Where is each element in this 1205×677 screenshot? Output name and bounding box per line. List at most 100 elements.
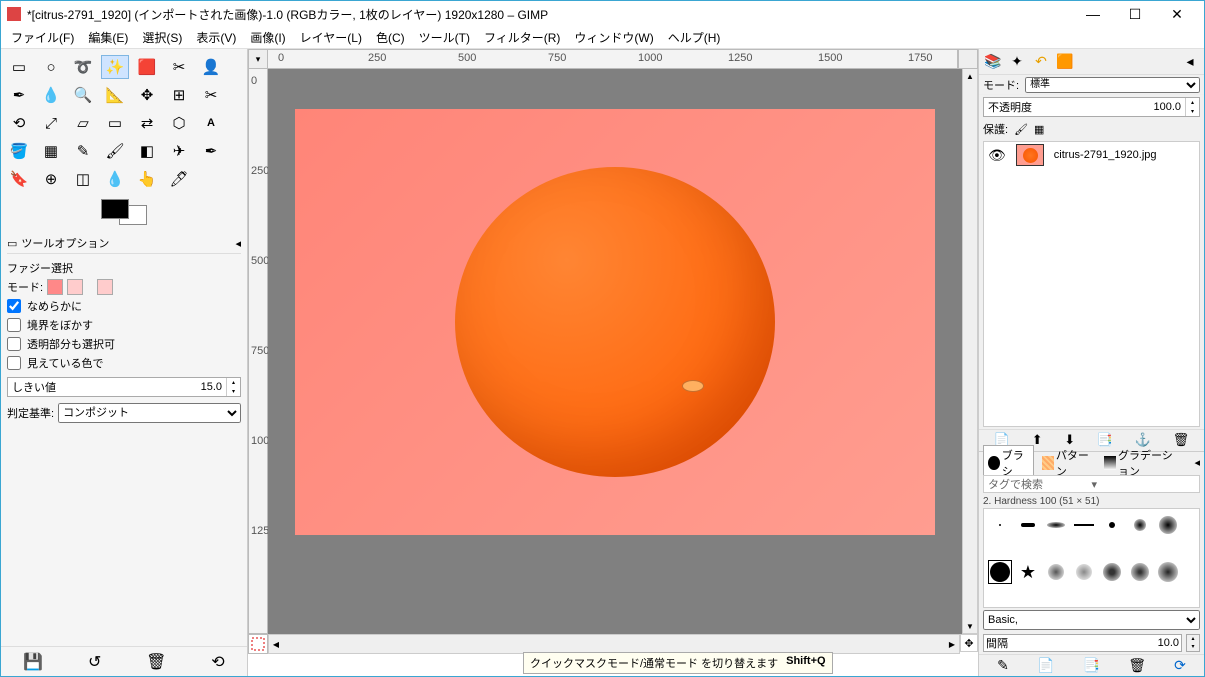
- scrollbar-horizontal[interactable]: ◀ ▶: [268, 634, 960, 654]
- tool-scissors[interactable]: ✂: [165, 55, 193, 79]
- minimize-button[interactable]: —: [1072, 2, 1114, 26]
- tool-fuzzy-select[interactable]: ✨: [101, 55, 129, 79]
- tool-foreground-select[interactable]: 👤: [197, 55, 225, 79]
- layers-list[interactable]: 👁 citrus-2791_1920.jpg: [983, 141, 1200, 427]
- color-swatch[interactable]: [5, 199, 243, 225]
- foreground-color[interactable]: [101, 199, 129, 219]
- tool-eraser[interactable]: ◧: [133, 139, 161, 163]
- brush-item[interactable]: [1156, 560, 1180, 584]
- brush-item[interactable]: ★: [1016, 560, 1040, 584]
- check-visible-color[interactable]: [7, 356, 21, 370]
- tool-heal[interactable]: ⊕: [37, 167, 65, 191]
- mode-replace[interactable]: [47, 279, 63, 295]
- check-smooth[interactable]: [7, 299, 21, 313]
- scroll-up-icon[interactable]: ▲: [963, 69, 977, 83]
- ruler-corner[interactable]: ▾: [248, 49, 268, 69]
- menu-filter[interactable]: フィルター(R): [478, 27, 566, 48]
- brush-item[interactable]: [1100, 560, 1124, 584]
- menu-layer[interactable]: レイヤー(L): [294, 27, 368, 48]
- tool-paths[interactable]: ✒: [5, 83, 33, 107]
- undo-history-icon[interactable]: ↶: [1031, 52, 1051, 72]
- brush-item[interactable]: [1044, 513, 1068, 537]
- refresh-brush-icon[interactable]: ⟳: [1174, 657, 1186, 674]
- brush-item[interactable]: [988, 513, 1012, 537]
- restore-options-icon[interactable]: ↺: [88, 652, 101, 672]
- visibility-icon[interactable]: 👁: [988, 147, 1006, 164]
- brush-item[interactable]: [1156, 513, 1180, 537]
- tool-zoom[interactable]: 🔍: [69, 83, 97, 107]
- mode-select[interactable]: 標準: [1025, 77, 1200, 93]
- brush-grid[interactable]: ★: [983, 508, 1200, 608]
- brush-dock-menu-icon[interactable]: ◂: [1194, 456, 1200, 469]
- delete-brush-icon[interactable]: 🗑: [1128, 657, 1146, 674]
- tool-options-menu-icon[interactable]: ◂: [235, 237, 241, 250]
- layer-name[interactable]: citrus-2791_1920.jpg: [1054, 149, 1157, 161]
- tool-free-select[interactable]: ➰: [69, 55, 97, 79]
- spacing-up[interactable]: ▴: [1187, 635, 1199, 643]
- brush-item[interactable]: [1128, 560, 1152, 584]
- threshold-down[interactable]: ▾: [227, 387, 240, 396]
- tool-smudge[interactable]: 👆: [133, 167, 161, 191]
- tool-crop[interactable]: ✂: [197, 83, 225, 107]
- check-transparent[interactable]: [7, 337, 21, 351]
- brush-item[interactable]: [1072, 560, 1096, 584]
- tool-measure[interactable]: 📐: [101, 83, 129, 107]
- lock-alpha-icon[interactable]: ▦: [1034, 123, 1044, 136]
- brush-item-selected[interactable]: [988, 560, 1012, 584]
- tool-rect-select[interactable]: ▭: [5, 55, 33, 79]
- save-options-icon[interactable]: 💾: [23, 652, 43, 672]
- reset-options-icon[interactable]: ⟲: [211, 652, 224, 672]
- tool-color-picker[interactable]: 💧: [37, 83, 65, 107]
- tool-text[interactable]: A: [197, 111, 225, 135]
- tool-align[interactable]: ⊞: [165, 83, 193, 107]
- spacing-field[interactable]: 間隔 10.0: [983, 634, 1182, 652]
- threshold-row[interactable]: しきい値 15.0 ▴▾: [7, 377, 241, 397]
- tool-perspective-clone[interactable]: ◫: [69, 167, 97, 191]
- brush-search[interactable]: タグで検索 ▾: [983, 475, 1200, 493]
- brush-item[interactable]: [1044, 560, 1068, 584]
- tool-rotate[interactable]: ⟲: [5, 111, 33, 135]
- layers-dock-icon[interactable]: 📚: [983, 52, 1003, 72]
- tool-move[interactable]: ✥: [133, 83, 161, 107]
- maximize-button[interactable]: ☐: [1114, 2, 1156, 26]
- menu-file[interactable]: ファイル(F): [5, 27, 80, 48]
- tool-dodge-burn[interactable]: 🖊: [165, 167, 193, 191]
- duplicate-brush-icon[interactable]: 📑: [1083, 657, 1100, 674]
- dropdown-icon[interactable]: ▾: [1092, 478, 1196, 491]
- menu-window[interactable]: ウィンドウ(W): [568, 27, 659, 48]
- tool-ellipse-select[interactable]: ○: [37, 55, 65, 79]
- scroll-down-icon[interactable]: ▼: [963, 619, 977, 633]
- tool-ink[interactable]: ✒: [197, 139, 225, 163]
- lock-pixels-icon[interactable]: 🖌: [1014, 123, 1028, 136]
- brush-item[interactable]: [1072, 513, 1096, 537]
- mode-add[interactable]: [67, 279, 83, 295]
- spacing-down[interactable]: ▾: [1187, 643, 1199, 651]
- mode-subtract[interactable]: [97, 279, 113, 295]
- channels-dock-icon[interactable]: ✦: [1007, 52, 1027, 72]
- brush-item[interactable]: [1016, 513, 1040, 537]
- tool-scale[interactable]: ⤢: [37, 111, 65, 135]
- tool-blend[interactable]: ▦: [37, 139, 65, 163]
- menu-image[interactable]: 画像(I): [244, 27, 291, 48]
- brush-item[interactable]: [1128, 513, 1152, 537]
- brush-preset-select[interactable]: Basic,: [983, 610, 1200, 630]
- check-feather[interactable]: [7, 318, 21, 332]
- tool-airbrush[interactable]: ✈: [165, 139, 193, 163]
- tool-pencil[interactable]: ✎: [69, 139, 97, 163]
- menu-color[interactable]: 色(C): [370, 27, 411, 48]
- tool-bucket-fill[interactable]: 🪣: [5, 139, 33, 163]
- tool-shear[interactable]: ▱: [69, 111, 97, 135]
- navigation-icon[interactable]: ✥: [960, 634, 978, 652]
- canvas-area[interactable]: [268, 69, 962, 634]
- edit-brush-icon[interactable]: ✎: [997, 657, 1009, 674]
- dock-menu-icon[interactable]: ◂: [1180, 52, 1200, 72]
- menu-tool[interactable]: ツール(T): [413, 27, 476, 48]
- tool-flip[interactable]: ⇄: [133, 111, 161, 135]
- delete-options-icon[interactable]: 🗑: [146, 652, 166, 672]
- menu-edit[interactable]: 編集(E): [82, 27, 134, 48]
- tool-paintbrush[interactable]: 🖌: [101, 139, 129, 163]
- tool-cage[interactable]: ⬡: [165, 111, 193, 135]
- scroll-left-icon[interactable]: ◀: [269, 640, 283, 649]
- opacity-down[interactable]: ▾: [1186, 107, 1199, 116]
- opacity-row[interactable]: 不透明度 100.0 ▴▾: [983, 97, 1200, 117]
